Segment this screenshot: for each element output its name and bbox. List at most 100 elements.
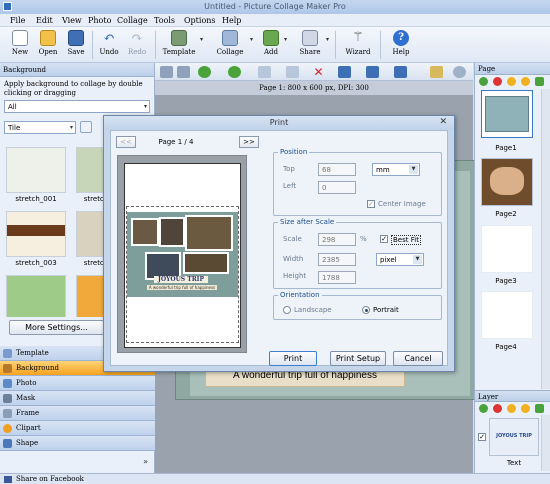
delete-page-icon[interactable] — [493, 77, 502, 86]
image-effect-icon[interactable] — [430, 66, 443, 78]
menu-collage[interactable]: Collage — [117, 16, 148, 25]
crop-icon[interactable] — [160, 66, 173, 78]
page-panel-title: Page — [475, 63, 550, 75]
top-field[interactable]: 68 — [318, 163, 356, 176]
chevron-down-icon[interactable]: ▾ — [200, 36, 203, 43]
add-photo-icon — [263, 30, 279, 46]
left-field[interactable]: 0 — [318, 181, 356, 194]
print-button[interactable]: Print — [269, 351, 317, 366]
expand-more-icon[interactable]: » — [143, 457, 148, 466]
scale-field[interactable]: 298 — [318, 233, 356, 246]
frame-icon — [3, 409, 12, 418]
redo-button[interactable]: ↷ Redo — [126, 30, 148, 56]
edit-toolbar: ✕ — [155, 63, 473, 81]
open-button[interactable]: Open — [37, 30, 59, 56]
category-shape[interactable]: Shape — [0, 436, 155, 451]
best-fit-checkbox[interactable]: ✓ — [380, 235, 388, 243]
paste-icon[interactable] — [286, 66, 299, 78]
layer-visible-checkbox[interactable]: ✓ — [478, 433, 486, 441]
refresh-icon[interactable] — [535, 77, 544, 86]
chevron-down-icon[interactable]: ▾ — [250, 36, 253, 43]
category-frame[interactable]: Frame — [0, 406, 155, 421]
layer-thumbnail[interactable]: JOYOUS TRIP — [489, 418, 539, 456]
move-up-icon[interactable] — [198, 66, 211, 78]
layer-panel-title: Layer — [475, 390, 550, 402]
page-tools — [475, 75, 550, 89]
preview-subtitle: A wonderful trip full of happiness — [147, 285, 217, 290]
photo-icon — [3, 379, 12, 388]
page-thumbnail[interactable] — [481, 291, 533, 339]
settings-icon[interactable] — [453, 66, 466, 78]
menu-options[interactable]: Options — [184, 16, 216, 25]
settings-icon[interactable] — [80, 121, 92, 133]
new-button[interactable]: New — [10, 30, 30, 56]
close-icon[interactable]: ✕ — [439, 117, 447, 127]
help-icon: ? — [393, 30, 409, 46]
share-facebook-link[interactable]: Share on Facebook — [16, 475, 84, 483]
add-button[interactable]: Add ▾ — [262, 30, 287, 56]
move-page-up-icon[interactable] — [507, 77, 516, 86]
menu-file[interactable]: File — [10, 16, 25, 25]
refresh-icon[interactable] — [535, 404, 544, 413]
page-thumbnail[interactable] — [481, 90, 533, 138]
chevron-down-icon[interactable]: ▾ — [284, 36, 287, 43]
save-button[interactable]: Save — [66, 30, 86, 56]
share-button[interactable]: Share ▾ — [298, 30, 329, 56]
undo-button[interactable]: ↶ Undo — [98, 30, 120, 56]
orientation-group: Orientation Landscape Portrait — [273, 291, 442, 320]
fill-mode-select[interactable]: Tile ▾ — [4, 121, 76, 134]
align-icon[interactable] — [338, 66, 351, 78]
category-mask[interactable]: Mask — [0, 391, 155, 406]
cancel-button[interactable]: Cancel — [393, 351, 443, 366]
page-panel: Page Page1 Page2 Page3 Page4 Layer ✓ JOY… — [474, 63, 550, 473]
select-icon[interactable] — [177, 66, 190, 78]
layer-scrollbar[interactable] — [541, 415, 550, 471]
page-thumbnail[interactable] — [481, 225, 533, 273]
add-layer-icon[interactable] — [479, 404, 488, 413]
thumbnail-item[interactable]: stretch_003 — [6, 211, 66, 269]
preview-photo — [159, 217, 185, 247]
thumbnail-item[interactable]: stretch_001 — [6, 147, 66, 205]
landscape-radio[interactable] — [283, 306, 291, 314]
menu-tools[interactable]: Tools — [154, 16, 175, 25]
print-setup-button[interactable]: Print Setup — [330, 351, 386, 366]
layer-up-icon[interactable] — [507, 404, 516, 413]
delete-icon[interactable]: ✕ — [312, 66, 325, 78]
chevron-down-icon: ▼ — [409, 165, 418, 174]
size-unit-select[interactable]: pixel ▼ — [376, 253, 424, 266]
layer-down-icon[interactable] — [521, 404, 530, 413]
thumbnail-item[interactable] — [6, 275, 66, 317]
page-thumbnail[interactable] — [481, 158, 533, 206]
collage-button[interactable]: Collage ▾ — [214, 30, 253, 56]
help-button[interactable]: ? Help — [390, 30, 412, 56]
height-field[interactable]: 1788 — [318, 271, 356, 284]
menu-edit[interactable]: Edit — [36, 16, 53, 25]
menu-help[interactable]: Help — [222, 16, 241, 25]
page-scrollbar[interactable] — [541, 89, 550, 389]
category-clipart[interactable]: Clipart — [0, 421, 155, 436]
category-filter-select[interactable]: All ▾ — [4, 100, 150, 113]
menu-photo[interactable]: Photo — [88, 16, 111, 25]
share-icon — [302, 30, 318, 46]
distribute-icon[interactable] — [366, 66, 379, 78]
add-page-icon[interactable] — [479, 77, 488, 86]
collage-icon — [222, 30, 238, 46]
delete-layer-icon[interactable] — [493, 404, 502, 413]
preview-title: JOYOUS TRIP — [154, 276, 208, 283]
width-field[interactable]: 2385 — [318, 253, 356, 266]
next-page-button[interactable]: >> — [239, 136, 259, 148]
center-image-checkbox[interactable]: ✓ — [367, 200, 375, 208]
move-page-down-icon[interactable] — [521, 77, 530, 86]
menu-view[interactable]: View — [62, 16, 82, 25]
copy-icon[interactable] — [258, 66, 271, 78]
portrait-radio[interactable] — [362, 306, 370, 314]
more-settings-button[interactable]: More Settings... — [9, 320, 104, 335]
position-unit-select[interactable]: mm ▼ — [372, 163, 420, 176]
template-icon — [171, 30, 187, 46]
move-down-icon[interactable] — [228, 66, 241, 78]
chevron-down-icon[interactable]: ▾ — [326, 36, 329, 43]
template-button[interactable]: Template ▾ — [162, 30, 203, 56]
category-photo[interactable]: Photo — [0, 376, 155, 391]
size-icon[interactable] — [394, 66, 407, 78]
wizard-button[interactable]: ⚚ Wizard — [344, 30, 372, 56]
